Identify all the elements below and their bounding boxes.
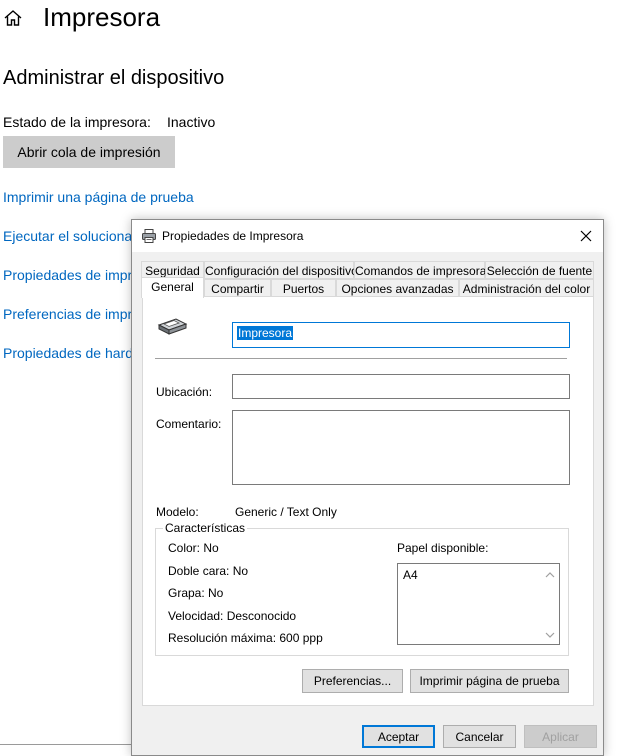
cancel-button[interactable]: Cancelar: [443, 725, 516, 748]
tab-puertos[interactable]: Puertos: [271, 279, 336, 297]
comment-label: Comentario:: [156, 417, 222, 431]
location-input[interactable]: [232, 374, 570, 399]
printer-name-input[interactable]: Impresora: [232, 322, 570, 348]
paper-list[interactable]: A4: [397, 563, 560, 645]
feature-speed: Velocidad: Desconocido: [168, 609, 297, 623]
ok-button[interactable]: Aceptar: [362, 725, 435, 748]
printer-status-label: Estado de la impresora:: [3, 114, 151, 130]
tab-opciones-avanzadas[interactable]: Opciones avanzadas: [336, 279, 459, 297]
printer-properties-dialog: Propiedades de Impresora Seguridad Confi…: [131, 219, 604, 756]
printer-icon: [142, 229, 156, 243]
scroll-up-icon[interactable]: [545, 571, 555, 579]
close-icon: [580, 230, 592, 242]
tab-general[interactable]: General: [141, 277, 204, 298]
separator: [155, 358, 567, 359]
tab-configuracion-dispositivo[interactable]: Configuración del dispositivo: [204, 261, 358, 279]
comment-input[interactable]: [232, 410, 570, 485]
paper-available-label: Papel disponible:: [397, 541, 489, 555]
open-print-queue-button[interactable]: Abrir cola de impresión: [3, 136, 175, 168]
home-icon[interactable]: [3, 8, 23, 28]
close-button[interactable]: [569, 220, 603, 252]
features-title: Características: [163, 521, 248, 535]
dialog-titlebar[interactable]: Propiedades de Impresora: [132, 220, 603, 252]
printer-status-value: Inactivo: [167, 114, 216, 130]
dialog-title: Propiedades de Impresora: [162, 229, 304, 243]
apply-button[interactable]: Aplicar: [524, 725, 597, 748]
tab-administracion-color[interactable]: Administración del color: [459, 279, 594, 297]
printer-name-value: Impresora: [237, 326, 294, 340]
print-test-page-link[interactable]: Imprimir una página de prueba: [3, 189, 194, 205]
print-test-page-button[interactable]: Imprimir página de prueba: [410, 669, 569, 693]
feature-max-resolution: Resolución máxima: 600 ppp: [168, 631, 323, 645]
features-group: Características Color: No Doble cara: No…: [155, 521, 569, 656]
page-title: Impresora: [43, 2, 161, 32]
tab-compartir[interactable]: Compartir: [204, 279, 271, 297]
general-tab-panel: Impresora Ubicación: Comentario: Modelo:…: [142, 296, 594, 706]
feature-color: Color: No: [168, 541, 219, 555]
printer-icon: [157, 318, 188, 335]
tab-comandos-impresora[interactable]: Comandos de impresora: [354, 261, 486, 279]
model-value: Generic / Text Only: [235, 505, 337, 519]
list-item[interactable]: A4: [403, 568, 418, 582]
section-title: Administrar el dispositivo: [3, 67, 225, 89]
location-label: Ubicación:: [156, 385, 213, 399]
divider: [0, 744, 132, 745]
tab-seleccion-fuente[interactable]: Selección de fuente: [485, 261, 594, 279]
scroll-down-icon[interactable]: [545, 631, 555, 639]
feature-staple: Grapa: No: [168, 586, 224, 600]
feature-duplex: Doble cara: No: [168, 564, 249, 578]
model-label: Modelo:: [156, 505, 199, 519]
preferences-button[interactable]: Preferencias...: [302, 669, 403, 693]
